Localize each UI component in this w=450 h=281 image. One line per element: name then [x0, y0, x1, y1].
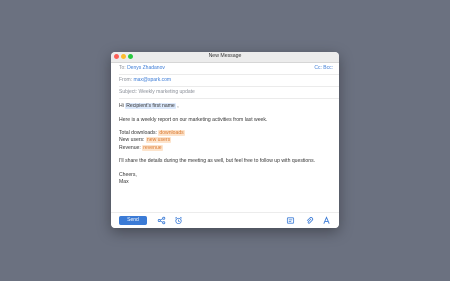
title-bar: New Message — [111, 52, 339, 63]
to-field[interactable]: To: Denys Zhadanov Cc: Bcc: — [119, 63, 339, 75]
alarm-clock-icon[interactable] — [174, 216, 183, 225]
from-label: From: — [119, 77, 133, 83]
template-icon[interactable] — [286, 216, 295, 225]
new-users-token[interactable]: new users — [145, 137, 172, 144]
to-label: To: — [119, 65, 126, 71]
from-field[interactable]: From: max@spark.com — [119, 75, 339, 87]
compose-window: New Message To: Denys Zhadanov Cc: Bcc: … — [111, 52, 339, 228]
revenue-label: Revenue: — [119, 144, 141, 151]
greeting-line: Hi Recipient's first name , — [119, 103, 331, 110]
send-button[interactable]: Send — [119, 216, 147, 225]
from-account[interactable]: max@spark.com — [133, 77, 171, 83]
downloads-token[interactable]: downloads — [158, 130, 185, 137]
users-line: New users: new users — [119, 137, 331, 144]
signature-line: Max — [119, 179, 129, 186]
subject-input[interactable]: Weekly marketing update — [138, 89, 194, 95]
subject-field[interactable]: Subject: Weekly marketing update — [119, 87, 339, 99]
recipient-name-token[interactable]: Recipient's first name — [125, 103, 176, 109]
revenue-token[interactable]: revenue — [142, 144, 163, 151]
greeting-prefix: Hi — [119, 103, 124, 109]
greeting-suffix: , — [177, 103, 179, 109]
downloads-line: Total downloads: downloads — [119, 130, 331, 137]
cc-bcc-button[interactable]: Cc: Bcc: — [314, 63, 333, 74]
to-recipient[interactable]: Denys Zhadanov — [127, 65, 165, 71]
users-label: New users: — [119, 137, 145, 144]
subject-label: Subject: — [119, 89, 138, 95]
attachment-icon[interactable] — [305, 216, 314, 225]
share-icon[interactable] — [157, 216, 166, 225]
message-body[interactable]: Hi Recipient's first name , Here is a we… — [111, 99, 339, 186]
text-format-icon[interactable] — [322, 216, 331, 225]
downloads-label: Total downloads: — [119, 130, 157, 137]
window-title: New Message — [208, 53, 242, 59]
intro-line: Here is a weekly report on our marketing… — [119, 116, 268, 123]
compose-toolbar: Send — [111, 212, 339, 228]
signoff-line: Cheers, — [119, 171, 137, 178]
revenue-line: Revenue: revenue — [119, 144, 331, 152]
followup-line: I'll share the details during the meetin… — [119, 158, 316, 165]
